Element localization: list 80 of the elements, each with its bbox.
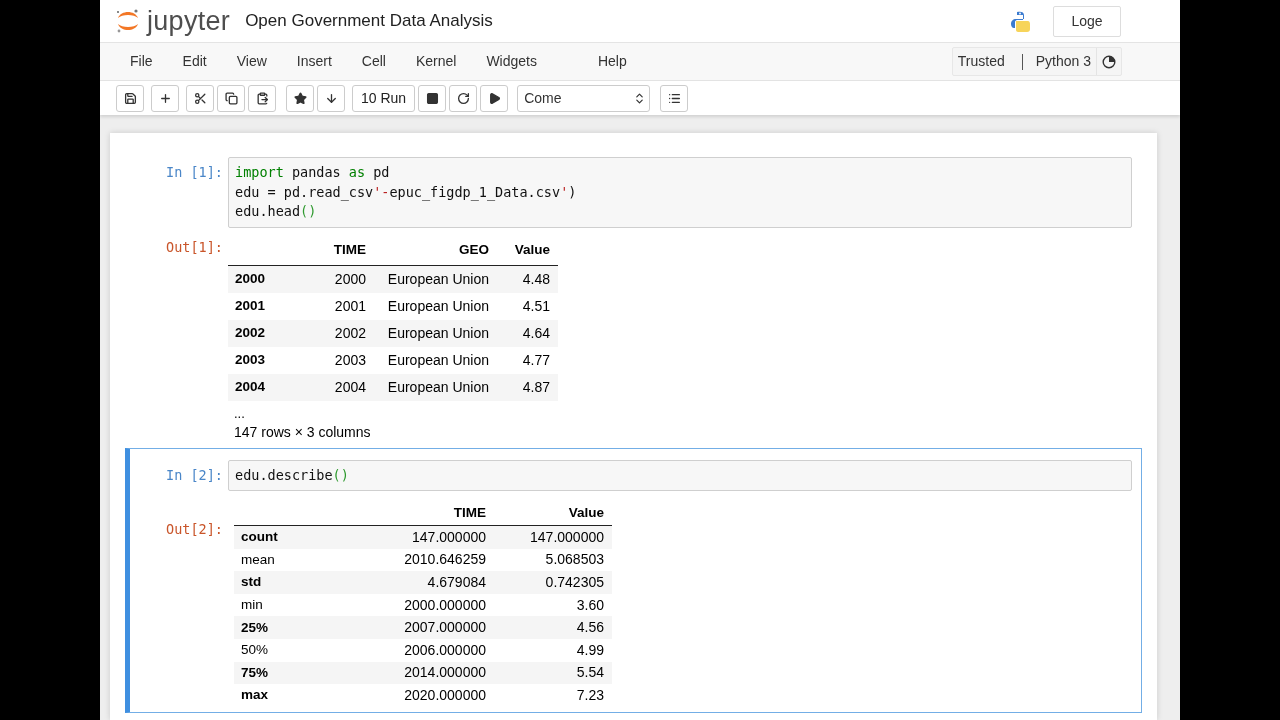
table-cell: 4.679084 [340, 571, 494, 594]
logo-icon [115, 7, 141, 35]
table-cell: 2007.000000 [340, 616, 494, 639]
stop-button[interactable] [418, 84, 447, 112]
row-index-cell: std [234, 571, 340, 594]
copy-icon [224, 91, 238, 105]
play-icon [487, 91, 501, 105]
code-editor[interactable]: import pandas as pd edu = pd.read_csv'-epuc_figdp_1_Data.csv') edu.head() [228, 157, 1132, 228]
output-prompt: Out[1]: [166, 237, 223, 257]
logout-button[interactable]: Loge [1053, 5, 1121, 37]
run-button[interactable]: 10 Run [352, 84, 416, 112]
table-cell: 147.000000 [494, 526, 612, 549]
row-index-cell: count [234, 526, 340, 549]
table-cell: European Union [374, 265, 497, 293]
notebook-title[interactable]: Open Government Data Analysis [245, 10, 493, 32]
command-palette-button[interactable] [660, 84, 689, 112]
code-line: edu.head() [235, 202, 317, 221]
move-up-button[interactable] [286, 84, 314, 112]
table-cell: 4.48 [497, 265, 558, 293]
list-icon [667, 91, 681, 105]
row-index-cell: 25% [234, 616, 340, 639]
menu-item[interactable]: Insert [281, 51, 347, 72]
truncation-ellipsis: ... [233, 404, 245, 423]
table-cell: 2000 [315, 265, 374, 293]
star-icon [293, 91, 307, 105]
table-shape-caption: 147 rows × 3 columns [233, 422, 371, 442]
menu-item[interactable]: Kernel [400, 51, 472, 72]
restart-button[interactable] [449, 84, 478, 112]
plus-icon [158, 91, 172, 105]
menu-item[interactable]: Widgets [471, 51, 552, 72]
column-header: GEO [374, 237, 497, 266]
menu-item[interactable]: Cell [346, 51, 401, 72]
table-cell: European Union [374, 319, 497, 347]
move-down-button[interactable] [317, 84, 345, 112]
input-prompt: In [2]: [166, 465, 223, 485]
column-header: Value [497, 237, 558, 266]
cut-button[interactable] [186, 84, 214, 112]
code-editor[interactable]: edu.describe() [228, 459, 1132, 491]
table-cell: 2014.000000 [340, 661, 494, 685]
stop-icon [425, 91, 439, 105]
save-icon [123, 91, 137, 105]
table-cell: 2002 [315, 319, 374, 347]
scissors-icon [193, 91, 207, 105]
row-index-cell: 75% [234, 661, 340, 685]
menu-item[interactable]: View [221, 51, 282, 72]
kernel-name[interactable]: Python 3 [1034, 51, 1096, 72]
kernel-logo-icon [1008, 9, 1032, 33]
kernel-status-icon [1102, 54, 1116, 69]
menu-item[interactable]: Edit [167, 51, 222, 72]
save-button[interactable] [116, 84, 144, 112]
row-index-cell: 2002 [228, 319, 315, 347]
column-header: TIME [315, 237, 374, 266]
arrow-down-icon [324, 91, 338, 105]
menu-item[interactable]: Help [582, 51, 642, 72]
table-cell: 2004 [315, 373, 374, 401]
input-prompt: In [1]: [166, 163, 223, 182]
paste-button[interactable] [248, 84, 276, 112]
table-cell: European Union [374, 373, 497, 401]
restart-icon [456, 91, 470, 105]
code-line: edu.describe() [235, 465, 349, 485]
table-cell: 4.87 [497, 373, 558, 401]
copy-button[interactable] [217, 84, 245, 112]
output-prompt: Out[2]: [166, 520, 223, 539]
notebook-cell[interactable] [125, 447, 1142, 713]
code-line: import pandas as pd [235, 163, 390, 182]
run-all-button[interactable] [480, 84, 509, 112]
insert-cell-button[interactable] [151, 84, 179, 112]
logo-text: jupyter [147, 6, 231, 36]
table-cell: 4.64 [497, 319, 558, 347]
table-cell: 4.56 [494, 616, 612, 639]
trusted-indicator[interactable]: Trusted [952, 51, 1010, 72]
row-index-cell: 2000 [228, 265, 315, 293]
table-cell: 5.54 [494, 661, 612, 685]
paste-icon [255, 91, 269, 105]
code-line: edu = pd.read_csv'-epuc_figdp_1_Data.csv') [235, 182, 577, 202]
table-cell: 0.742305 [494, 571, 612, 594]
row-index-cell: 2004 [228, 373, 315, 401]
cell-type-select[interactable]: Come [517, 84, 651, 112]
menu-item[interactable]: File [115, 51, 168, 72]
table-cell: 147.000000 [340, 526, 494, 549]
